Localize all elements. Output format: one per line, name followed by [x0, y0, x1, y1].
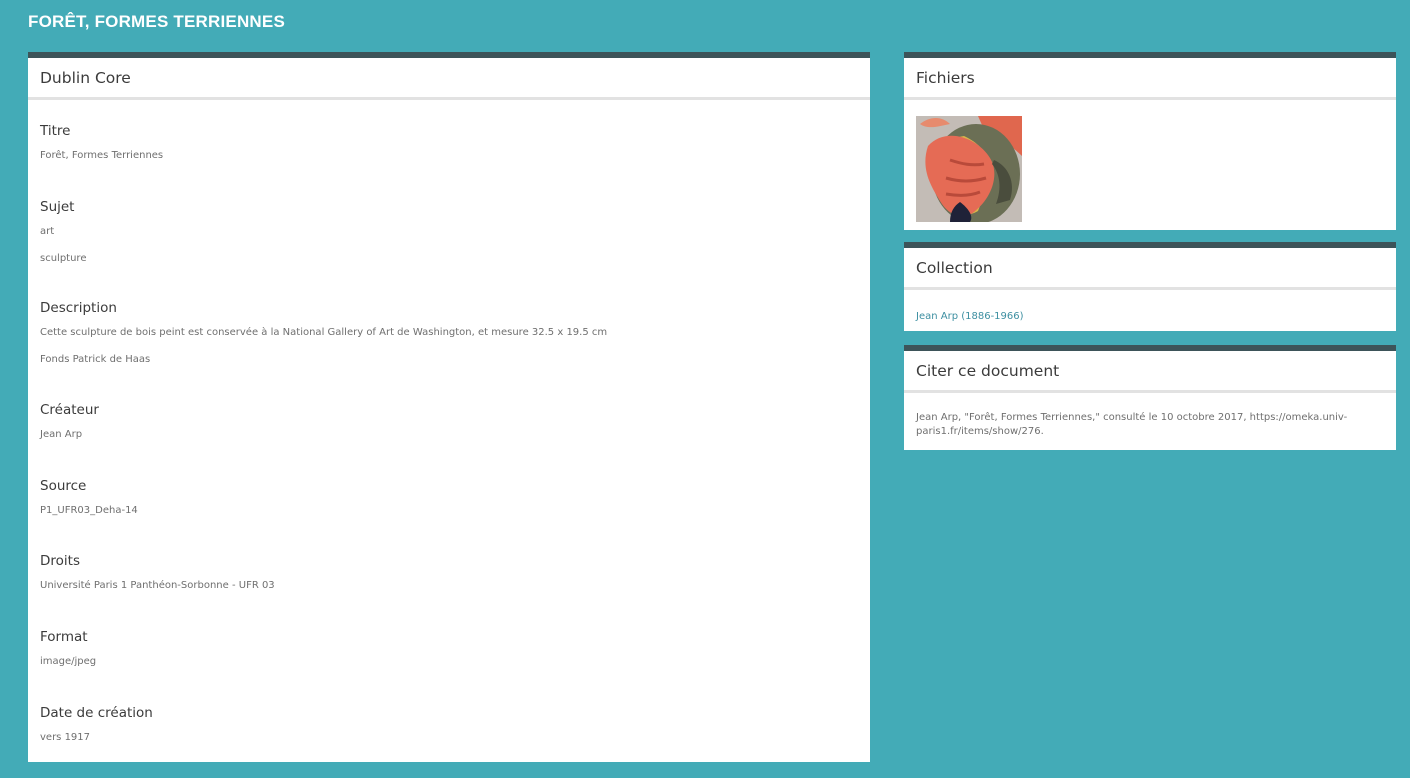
field-value: Fonds Patrick de Haas — [40, 354, 151, 365]
collection-panel: Collection Jean Arp (1886-1966) — [904, 242, 1396, 331]
dublin-core-heading: Dublin Core — [28, 58, 870, 100]
field-sujet: Sujet art sculpture — [40, 197, 86, 279]
field-value: sculpture — [40, 253, 87, 264]
files-heading: Fichiers — [904, 58, 1396, 100]
field-label: Format — [40, 629, 88, 645]
sculpture-thumbnail[interactable] — [916, 116, 1022, 222]
field-source: Source P1_UFR03_Deha-14 — [40, 476, 138, 531]
field-date-de-creation: Date de création vers 1917 — [40, 703, 153, 758]
cite-heading: Citer ce document — [904, 351, 1396, 393]
field-label: Sujet — [40, 199, 75, 215]
collection-link[interactable]: Jean Arp (1886-1966) — [916, 311, 1024, 322]
page-title: FORÊT, FORMES TERRIENNES — [28, 12, 285, 31]
field-label: Date de création — [40, 705, 153, 721]
field-value: Université Paris 1 Panthéon-Sorbonne - U… — [40, 580, 275, 591]
field-droits: Droits Université Paris 1 Panthéon-Sorbo… — [40, 551, 275, 606]
field-value: Forêt, Formes Terriennes — [40, 150, 164, 161]
collection-heading: Collection — [904, 248, 1396, 290]
dublin-core-panel: Dublin Core Titre Forêt, Formes Terrienn… — [28, 52, 870, 762]
field-value: vers 1917 — [40, 732, 91, 743]
field-value: image/jpeg — [40, 656, 97, 667]
field-label: Source — [40, 478, 87, 494]
field-label: Droits — [40, 553, 80, 569]
field-label: Description — [40, 300, 117, 316]
field-label: Titre — [40, 123, 71, 139]
field-value: Jean Arp — [40, 429, 83, 440]
cite-panel: Citer ce document Jean Arp, "Forêt, Form… — [904, 345, 1396, 450]
field-titre: Titre Forêt, Formes Terriennes — [40, 121, 163, 176]
field-value: Cette sculpture de bois peint est conser… — [40, 327, 608, 338]
field-description: Description Cette sculpture de bois pein… — [40, 298, 607, 380]
files-panel: Fichiers — [904, 52, 1396, 230]
field-format: Format image/jpeg — [40, 627, 96, 682]
field-label: Créateur — [40, 402, 99, 418]
citation-text: Jean Arp, "Forêt, Formes Terriennes," co… — [916, 412, 1348, 437]
field-createur: Créateur Jean Arp — [40, 400, 99, 455]
field-value: art — [40, 226, 55, 237]
field-value: P1_UFR03_Deha-14 — [40, 505, 138, 516]
